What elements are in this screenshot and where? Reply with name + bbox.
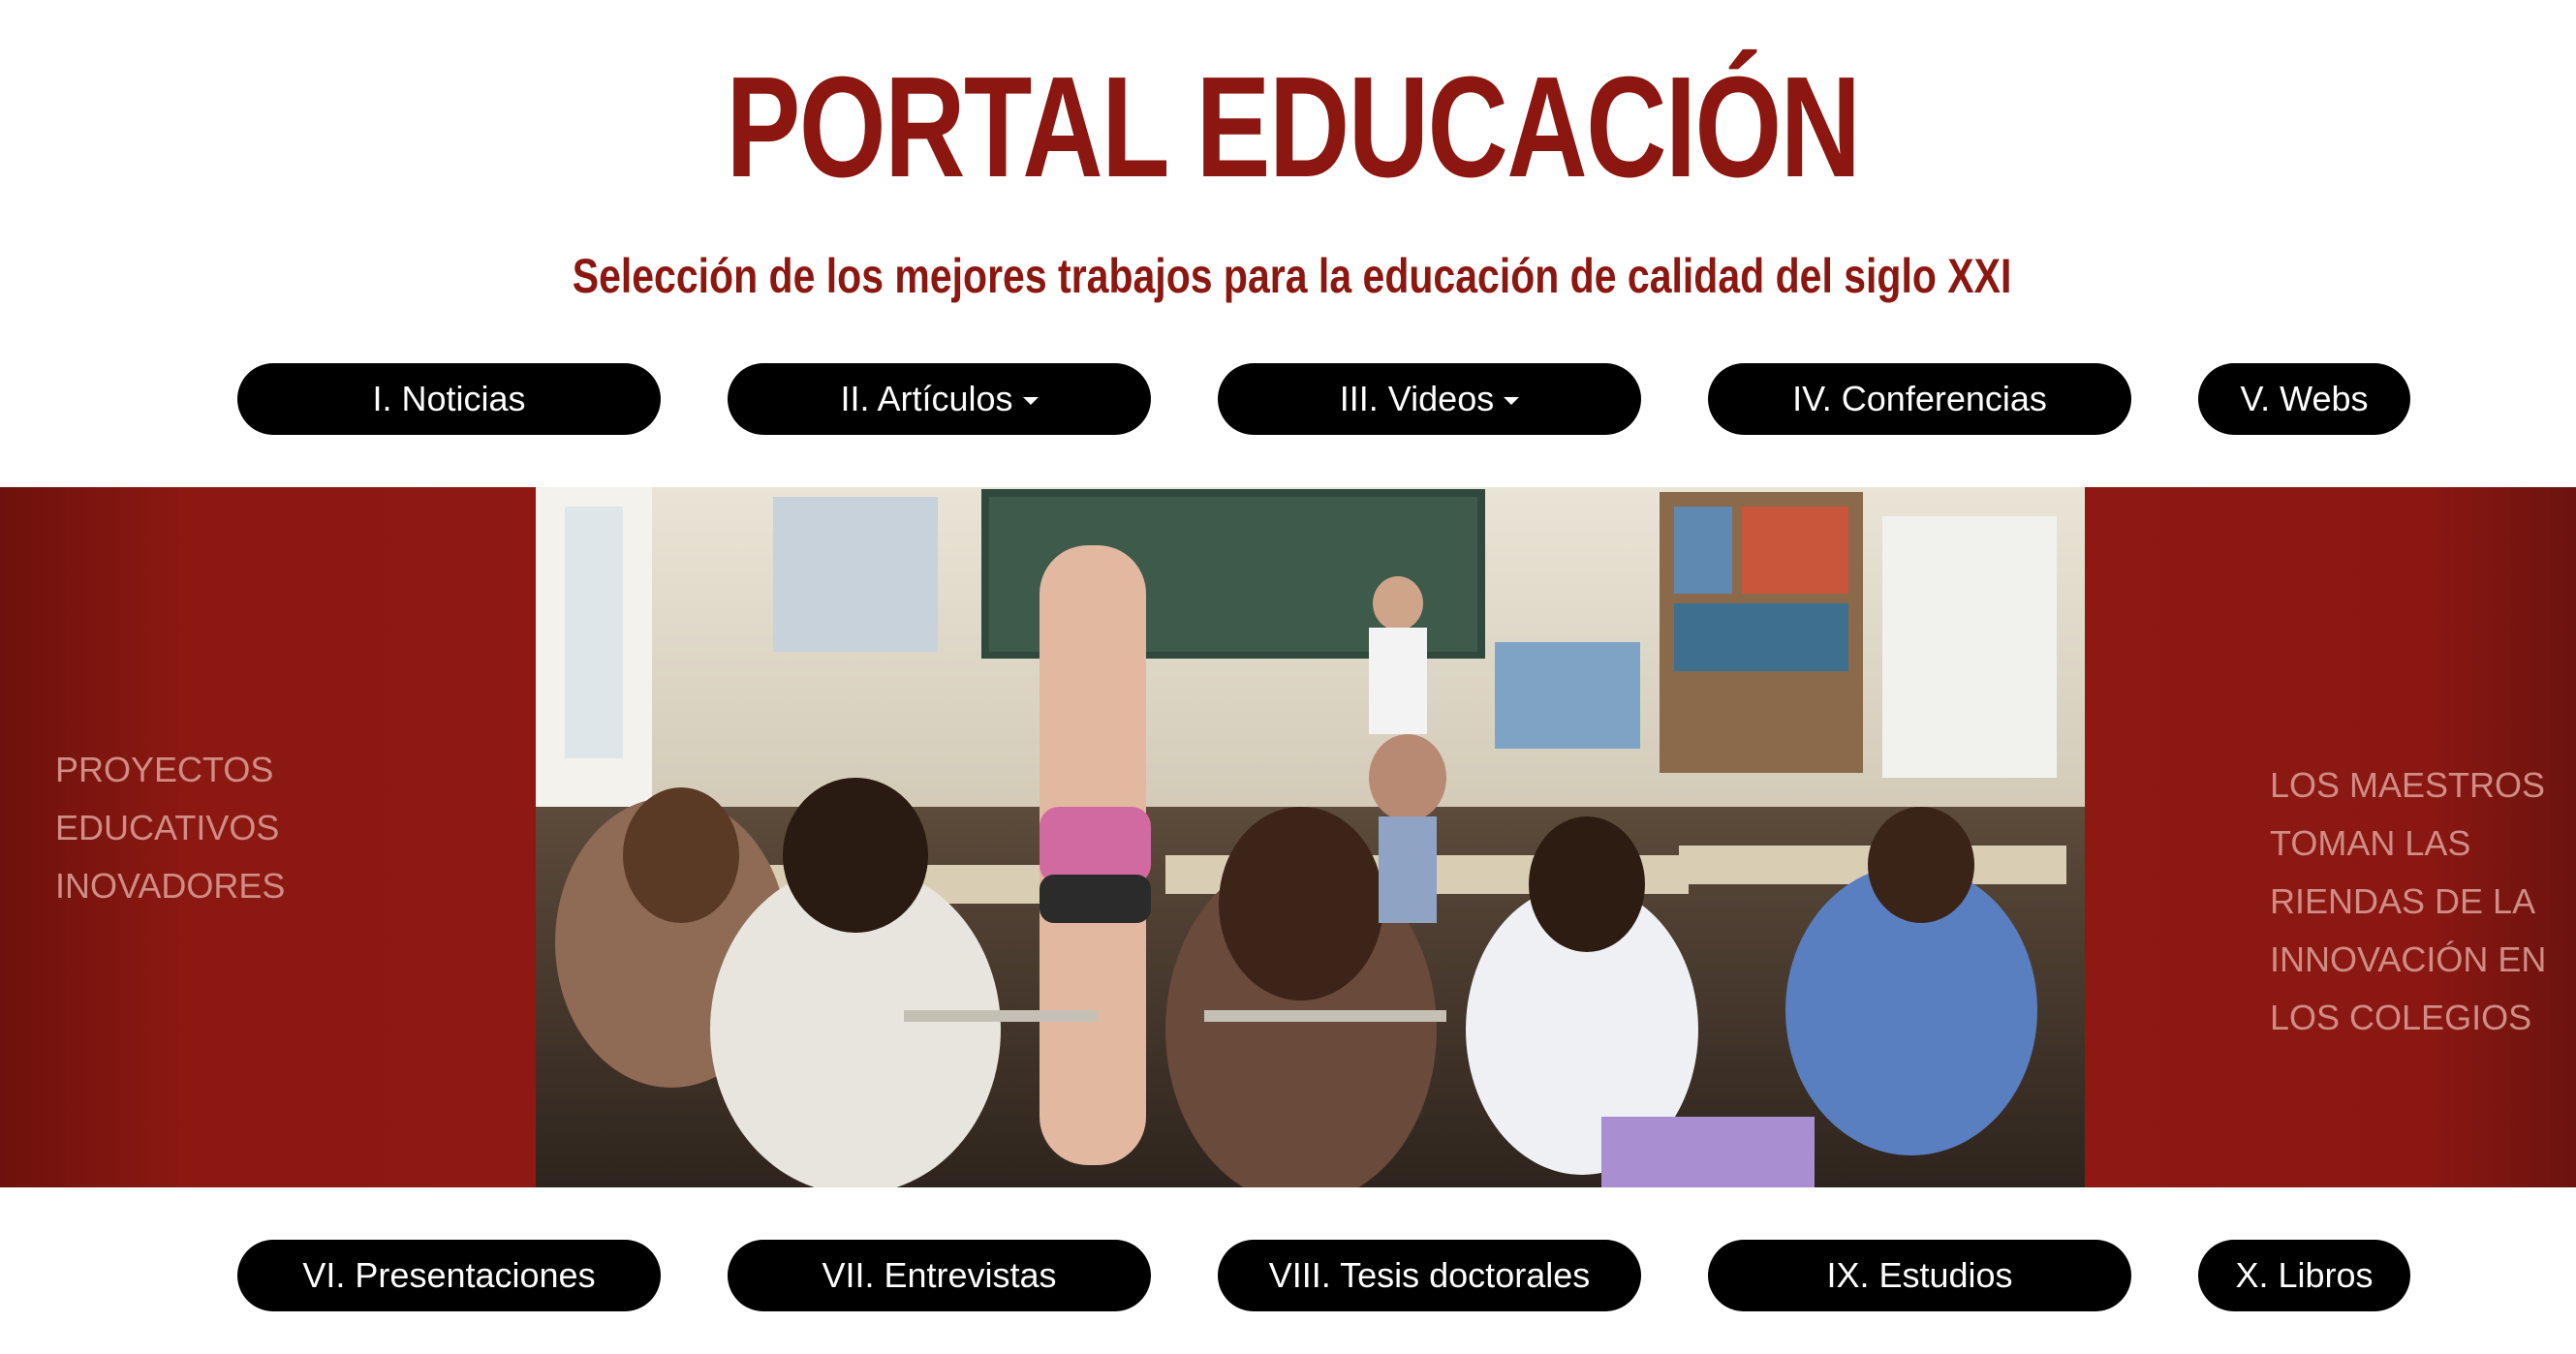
classroom-photo [536,487,2085,1187]
banner-right-line: TOMAN LAS [2270,823,2471,863]
menu-button-label: X. Libros [2235,1255,2374,1295]
menu-button-label: VII. Entrevistas [822,1255,1057,1295]
menu-button-tesis-doctorales[interactable]: VIII. Tesis doctorales [1218,1240,1641,1311]
main-menu-top: I. Noticias II. Artículos III. Videos IV… [0,363,2576,435]
caret-down-icon [1022,397,1039,406]
banner-right-line: INNOVACIÓN EN [2270,939,2547,979]
menu-button-label: I. Noticias [372,379,526,418]
menu-button-label: IX. Estudios [1826,1255,2013,1295]
site-subtitle: Selección de los mejores trabajos para l… [572,249,2012,303]
menu-button-estudios[interactable]: IX. Estudios [1708,1240,2131,1311]
banner-right-line: LOS MAESTROS [2270,765,2546,805]
site-title: PORTAL EDUCACIÓN [726,47,1861,207]
banner-left-panel: PROYECTOS EDUCATIVOS INOVADORES [0,487,536,1187]
page: PORTAL EDUCACIÓN Selección de los mejore… [0,0,2576,1354]
banner-right-line: RIENDAS DE LA [2270,881,2536,921]
hero-banner: PROYECTOS EDUCATIVOS INOVADORES LOS MAES… [0,487,2576,1187]
banner-left-line: PROYECTOS [55,750,274,789]
banner-right-line: LOS COLEGIOS [2270,998,2532,1037]
banner-left-line: INOVADORES [55,866,286,906]
menu-button-libros[interactable]: X. Libros [2198,1240,2410,1311]
main-menu-bottom: VI. Presentaciones VII. Entrevistas VIII… [0,1240,2576,1311]
menu-button-presentaciones[interactable]: VI. Presentaciones [237,1240,661,1311]
menu-button-entrevistas[interactable]: VII. Entrevistas [728,1240,1151,1311]
menu-button-label: VI. Presentaciones [302,1255,596,1295]
banner-right-panel: LOS MAESTROS TOMAN LAS RIENDAS DE LA INN… [2085,487,2576,1187]
banner-right-text[interactable]: LOS MAESTROS TOMAN LAS RIENDAS DE LA INN… [2270,756,2560,1047]
menu-button-noticias[interactable]: I. Noticias [237,363,661,435]
menu-button-label: III. Videos [1339,379,1495,418]
menu-button-videos[interactable]: III. Videos [1218,363,1641,435]
caret-down-icon [1504,397,1520,406]
banner-left-text[interactable]: PROYECTOS EDUCATIVOS INOVADORES [55,741,520,915]
menu-button-webs[interactable]: V. Webs [2198,363,2410,435]
menu-button-label: VIII. Tesis doctorales [1268,1255,1591,1295]
menu-button-label: IV. Conferencias [1792,379,2047,418]
menu-button-label: II. Artículos [840,379,1013,418]
banner-left-line: EDUCATIVOS [55,808,280,847]
menu-button-conferencias[interactable]: IV. Conferencias [1708,363,2131,435]
classroom-photo-illustration [536,487,2085,1187]
menu-button-label: V. Webs [2240,379,2369,418]
menu-button-articulos[interactable]: II. Artículos [728,363,1151,435]
